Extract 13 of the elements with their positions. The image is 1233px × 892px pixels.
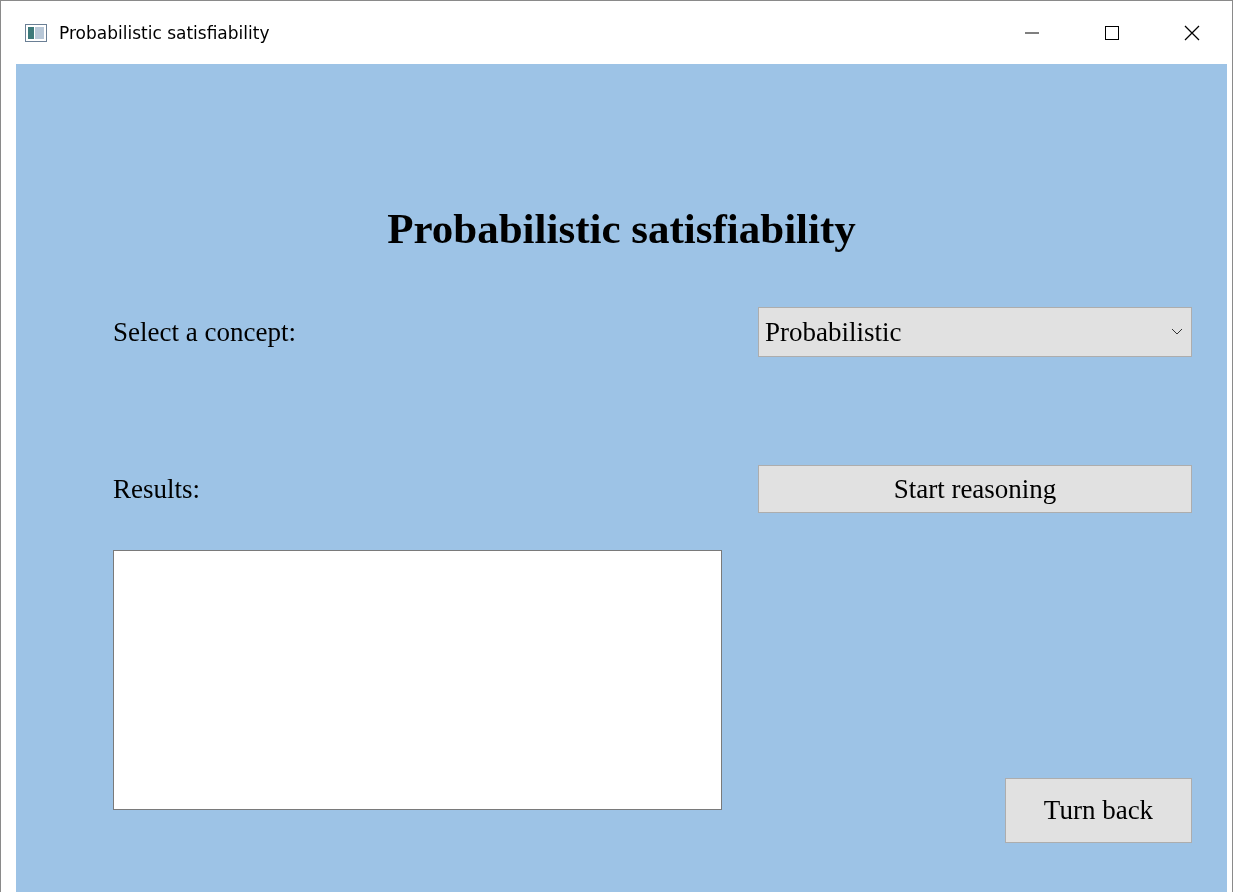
concept-label: Select a concept: (113, 316, 297, 348)
chevron-down-icon (1171, 328, 1183, 336)
app-icon (25, 23, 47, 42)
turn-back-button[interactable]: Turn back (1005, 778, 1192, 843)
concept-dropdown[interactable]: Probabilistic (758, 307, 1192, 357)
results-field[interactable] (113, 550, 722, 810)
minimize-icon (1024, 31, 1040, 34)
results-label: Results: (113, 473, 201, 505)
start-reasoning-button[interactable]: Start reasoning (758, 465, 1192, 513)
maximize-icon (1104, 24, 1120, 41)
window-title: Probabilistic satisfiability (59, 22, 271, 43)
page-heading: Probabilistic satisfiability (386, 204, 857, 254)
close-icon (1184, 24, 1200, 41)
